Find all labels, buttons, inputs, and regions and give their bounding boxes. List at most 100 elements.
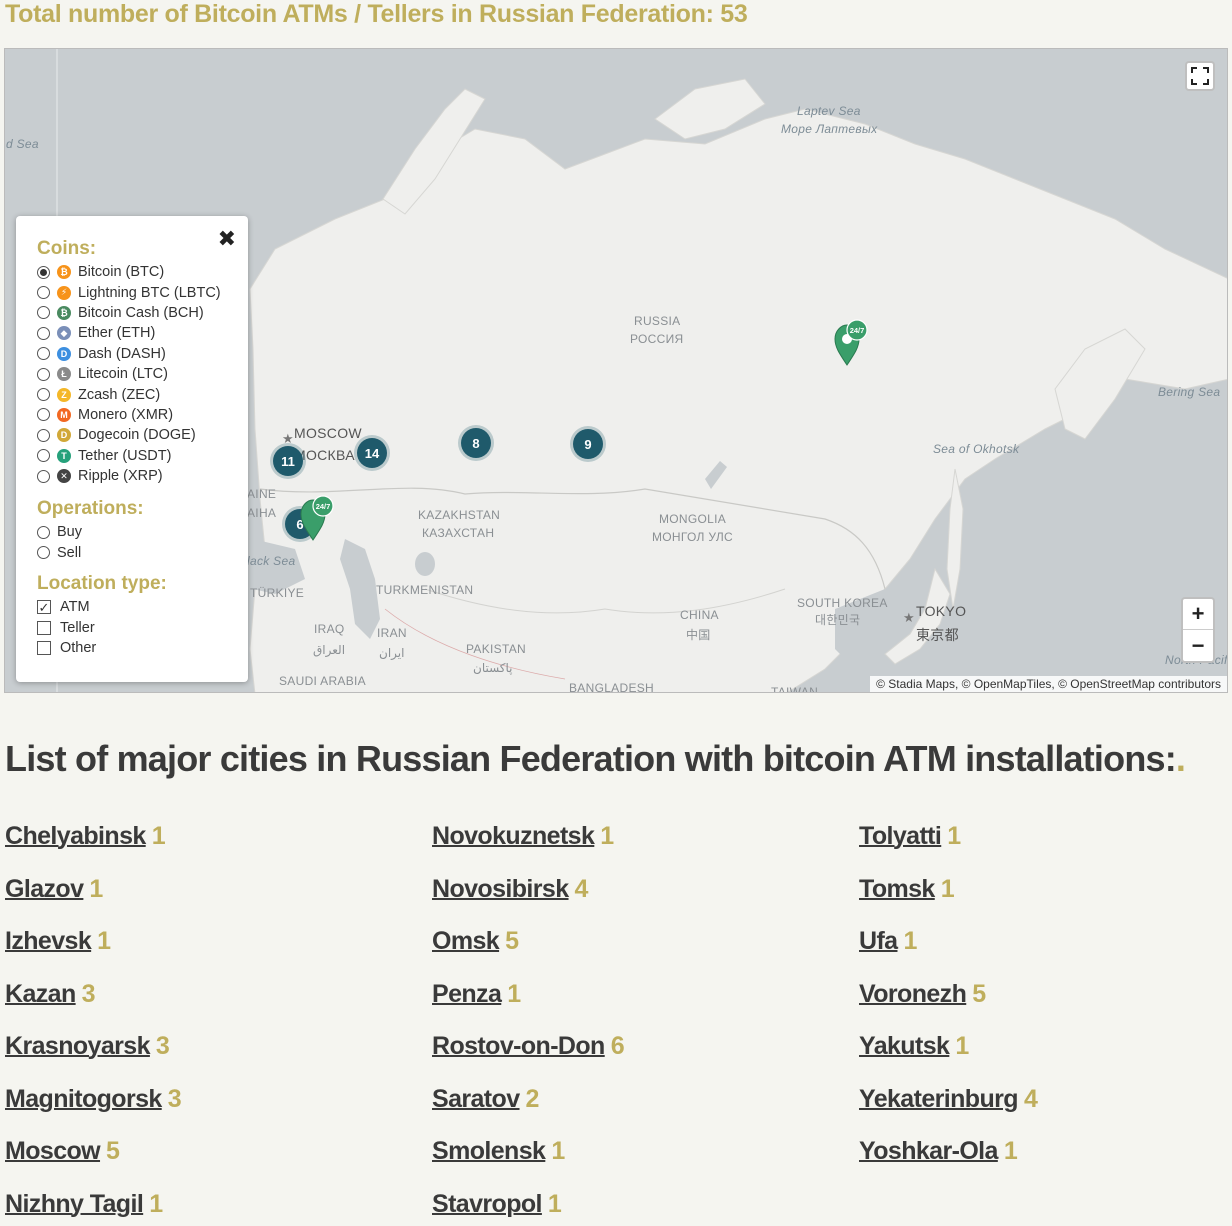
operation-radio[interactable] bbox=[37, 546, 50, 560]
city-list-item: Smolensk 1 bbox=[432, 1137, 565, 1166]
fullscreen-button[interactable] bbox=[1185, 61, 1215, 91]
city-list-item: Novosibirsk 4 bbox=[432, 875, 588, 904]
city-link[interactable]: Chelyabinsk bbox=[5, 822, 146, 850]
coin-option[interactable]: ✕ Ripple (XRP) bbox=[37, 466, 230, 486]
location-type-option[interactable]: Other bbox=[37, 638, 230, 658]
city-link[interactable]: Izhevsk bbox=[5, 927, 92, 955]
coin-option[interactable]: ₿ Bitcoin (BTC) bbox=[37, 262, 230, 282]
coin-radio[interactable] bbox=[37, 347, 50, 361]
location-checkbox[interactable] bbox=[37, 641, 51, 656]
location-type-option[interactable]: ✓ ATM bbox=[37, 597, 230, 617]
city-atm-count: 1 bbox=[89, 874, 103, 903]
coin-radio[interactable] bbox=[37, 306, 50, 320]
city-link[interactable]: Omsk bbox=[432, 927, 500, 955]
city-list-item: Saratov 2 bbox=[432, 1085, 539, 1114]
coin-radio[interactable] bbox=[37, 367, 50, 381]
coins-heading: Coins: bbox=[37, 238, 97, 259]
label-iraq-ar: العراق bbox=[313, 643, 346, 657]
city-link[interactable]: Tomsk bbox=[859, 875, 935, 903]
zoom-out-button[interactable]: − bbox=[1183, 630, 1213, 661]
city-link[interactable]: Voronezh bbox=[859, 980, 967, 1008]
atm-cluster-marker[interactable]: 14 bbox=[357, 438, 387, 468]
filter-panel: ✖ Coins: ₿ Bitcoin (BTC) ⚡ Lightning BTC (L… bbox=[16, 216, 248, 682]
city-list-item: Chelyabinsk 1 bbox=[5, 822, 166, 851]
coin-radio[interactable] bbox=[37, 469, 50, 483]
city-link[interactable]: Tolyatti bbox=[859, 822, 942, 850]
location-type-option[interactable]: Teller bbox=[37, 617, 230, 637]
coin-option[interactable]: ◆ Ether (ETH) bbox=[37, 323, 230, 343]
coin-label: Bitcoin (BTC) bbox=[78, 264, 165, 281]
city-atm-count: 1 bbox=[547, 1189, 562, 1218]
label-south-korea-ko: 대한민국 bbox=[815, 613, 861, 627]
city-link[interactable]: Moscow bbox=[5, 1137, 101, 1165]
city-link[interactable]: Nizhny Tagil bbox=[5, 1190, 144, 1218]
city-link[interactable]: Yekaterinburg bbox=[859, 1085, 1019, 1113]
cities-title-text: List of major cities in Russian Federati… bbox=[5, 738, 1177, 779]
operation-options: Buy Sell bbox=[37, 522, 230, 563]
location-checkbox[interactable]: ✓ bbox=[37, 600, 51, 615]
city-link[interactable]: Krasnoyarsk bbox=[5, 1032, 150, 1060]
city-atm-count: 1 bbox=[507, 979, 521, 1008]
coin-option[interactable]: D Dash (DASH) bbox=[37, 344, 230, 364]
coin-label: Dogecoin (DOGE) bbox=[78, 427, 196, 444]
operation-radio[interactable] bbox=[37, 525, 50, 539]
zoom-in-button[interactable]: + bbox=[1183, 599, 1213, 630]
city-link[interactable]: Stavropol bbox=[432, 1190, 543, 1218]
operations-heading: Operations: bbox=[37, 498, 144, 520]
map-attribution[interactable]: © Stadia Maps, © OpenMapTiles, © OpenStr… bbox=[870, 676, 1227, 692]
coin-option[interactable]: D Dogecoin (DOGE) bbox=[37, 425, 230, 445]
cities-section-title: List of major cities in Russian Federati… bbox=[5, 738, 1186, 780]
location-checkbox[interactable] bbox=[37, 620, 51, 635]
total-atm-title: Total number of Bitcoin ATMs / Tellers i… bbox=[5, 0, 748, 28]
city-link[interactable]: Yakutsk bbox=[859, 1032, 950, 1060]
operation-option[interactable]: Buy bbox=[37, 522, 230, 542]
city-link[interactable]: Kazan bbox=[5, 980, 76, 1008]
city-link[interactable]: Novokuznetsk bbox=[432, 822, 595, 850]
coin-option[interactable]: M Monero (XMR) bbox=[37, 405, 230, 425]
coin-option[interactable]: ₿ Bitcoin Cash (BCH) bbox=[37, 303, 230, 323]
city-list-item: Yoshkar-Ola 1 bbox=[859, 1137, 1018, 1166]
city-atm-count: 2 bbox=[525, 1084, 540, 1113]
coin-radio[interactable] bbox=[37, 449, 50, 463]
coin-option[interactable]: Z Zcash (ZEC) bbox=[37, 384, 230, 404]
location-type-options: ✓ ATM Teller Other bbox=[37, 597, 230, 658]
location-type-label: Other bbox=[60, 640, 97, 657]
atm-pin-marker[interactable]: 24/7 bbox=[299, 494, 335, 541]
coin-option[interactable]: T Tether (USDT) bbox=[37, 446, 230, 466]
city-link[interactable]: Glazov bbox=[5, 875, 84, 903]
coin-radio[interactable] bbox=[37, 326, 50, 340]
city-atm-count: 5 bbox=[972, 979, 986, 1008]
city-list-item: Tolyatti 1 bbox=[859, 822, 961, 851]
atm-cluster-marker[interactable]: 11 bbox=[273, 446, 303, 476]
coin-option[interactable]: Ł Litecoin (LTC) bbox=[37, 364, 230, 384]
coin-radio[interactable] bbox=[37, 428, 50, 442]
city-link[interactable]: Novosibirsk bbox=[432, 875, 569, 903]
city-atm-count: 5 bbox=[106, 1137, 120, 1165]
coin-radio[interactable] bbox=[37, 388, 50, 402]
city-link[interactable]: Rostov-on-Don bbox=[432, 1032, 605, 1060]
city-link[interactable]: Yoshkar-Ola bbox=[859, 1137, 998, 1165]
label-china-zh: 中国 bbox=[686, 628, 711, 642]
coin-radio[interactable] bbox=[37, 408, 50, 422]
operation-option[interactable]: Sell bbox=[37, 543, 230, 563]
atm-cluster-marker[interactable]: 8 bbox=[461, 428, 491, 458]
label-taiwan: TAIWAN bbox=[771, 685, 819, 693]
coin-radio[interactable] bbox=[37, 265, 50, 279]
city-link[interactable]: Saratov bbox=[432, 1085, 520, 1113]
label-bering-sea: Bering Sea bbox=[1158, 385, 1221, 399]
atm-pin-marker[interactable]: 24/7 bbox=[833, 319, 869, 366]
label-iraq: IRAQ bbox=[314, 622, 345, 636]
city-link[interactable]: Penza bbox=[432, 980, 502, 1008]
close-icon[interactable]: ✖ bbox=[218, 228, 236, 250]
city-link[interactable]: Ufa bbox=[859, 927, 898, 955]
city-link[interactable]: Smolensk bbox=[432, 1137, 546, 1165]
coin-icon: M bbox=[57, 407, 71, 422]
label-tokyo: TOKYO bbox=[916, 603, 967, 619]
coin-radio[interactable] bbox=[37, 286, 50, 300]
zoom-control: + − bbox=[1181, 597, 1215, 663]
city-link[interactable]: Magnitogorsk bbox=[5, 1085, 162, 1113]
capital-star-icon: ★ bbox=[282, 431, 294, 446]
coin-option[interactable]: ⚡ Lightning BTC (LBTC) bbox=[37, 282, 230, 302]
coin-icon: D bbox=[57, 346, 71, 361]
atm-cluster-marker[interactable]: 9 bbox=[573, 429, 603, 459]
